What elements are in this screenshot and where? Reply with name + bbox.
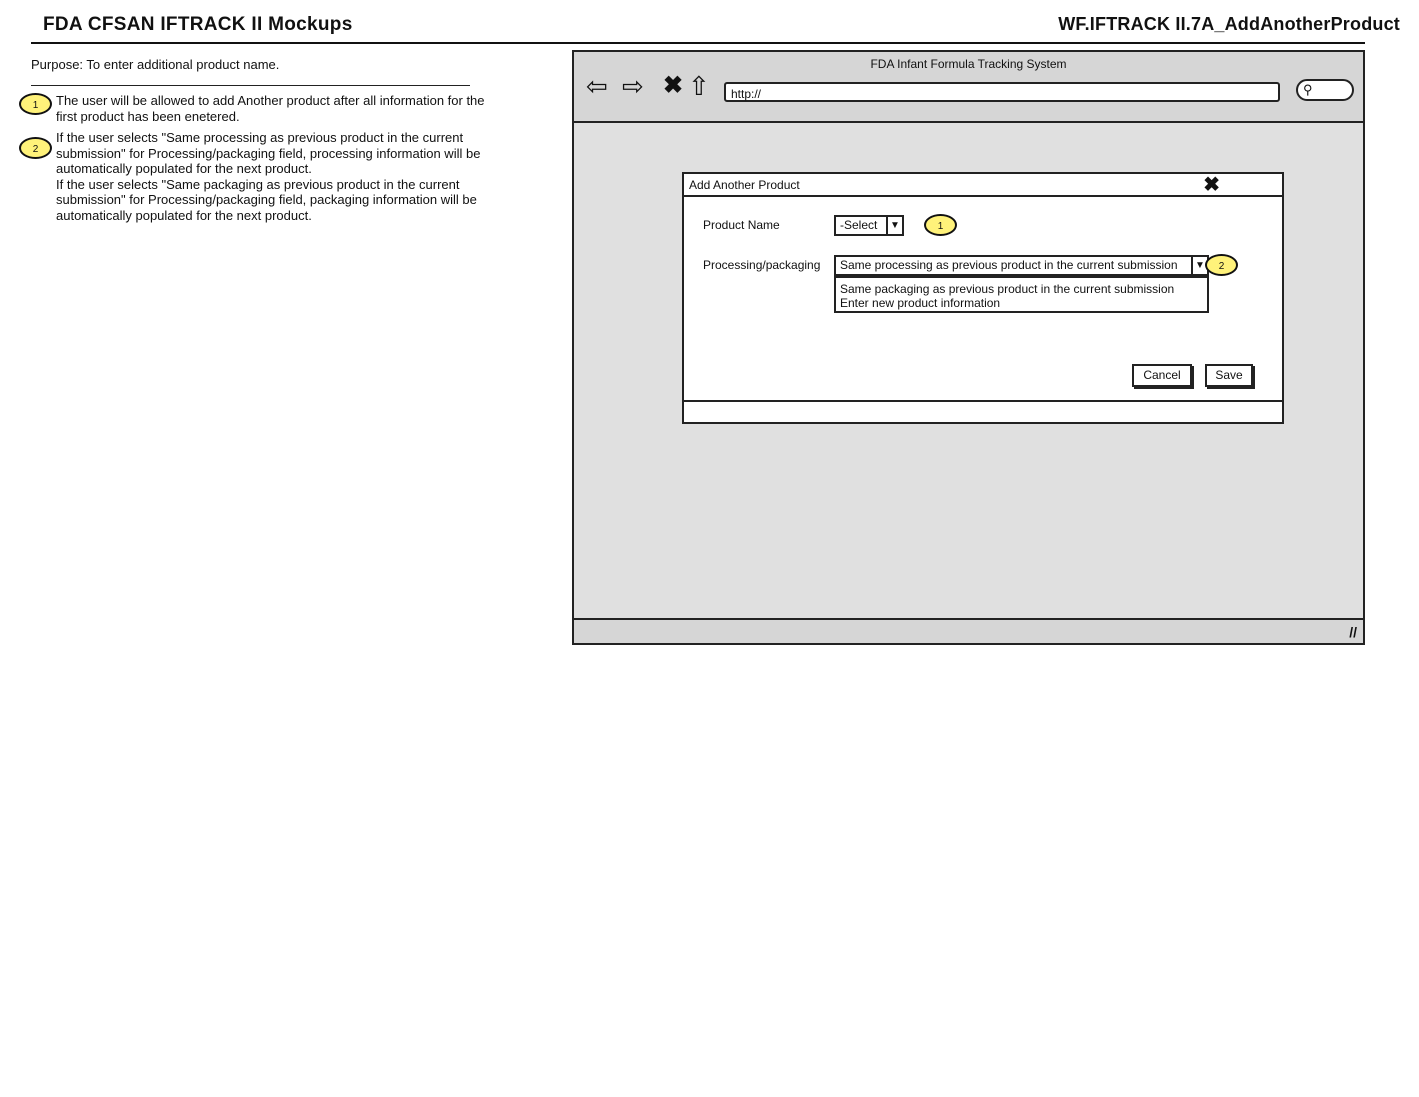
purpose-divider	[31, 85, 470, 86]
browser-toolbar: FDA Infant Formula Tracking System ⇦ ⇨ ✖…	[574, 52, 1363, 123]
browser-search[interactable]: ⚲	[1296, 79, 1354, 101]
resize-grip-icon[interactable]: //	[1349, 624, 1357, 640]
processing-select[interactable]: Same processing as previous product in t…	[834, 255, 1209, 276]
processing-dropdown-list: Same packaging as previous product in th…	[834, 276, 1209, 313]
cancel-button[interactable]: Cancel	[1132, 364, 1192, 387]
processing-value: Same processing as previous product in t…	[840, 258, 1178, 272]
product-name-label: Product Name	[703, 218, 780, 232]
add-another-product-dialog: Add Another Product ✖ Product Name -Sele…	[682, 172, 1284, 424]
close-icon[interactable]: ✖	[1203, 174, 1220, 196]
processing-label: Processing/packaging	[703, 258, 821, 272]
dialog-title: Add Another Product	[689, 178, 800, 192]
callout-2-badge: 2	[19, 137, 52, 159]
note-2-text-b: If the user selects "Same packaging as p…	[56, 176, 477, 223]
chevron-down-icon: ▼	[886, 217, 902, 234]
stop-icon[interactable]: ✖	[663, 72, 683, 100]
browser-title: FDA Infant Formula Tracking System	[870, 57, 1067, 71]
back-icon[interactable]: ⇦	[586, 72, 608, 100]
forward-icon[interactable]: ⇨	[622, 72, 644, 100]
save-button[interactable]: Save	[1205, 364, 1253, 387]
product-name-select[interactable]: -Select ▼	[834, 215, 904, 236]
note-1: The user will be allowed to add Another …	[56, 93, 506, 124]
product-name-value: -Select	[840, 218, 878, 232]
dialog-header: Add Another Product ✖	[684, 174, 1282, 197]
purpose-text: Purpose: To enter additional product nam…	[31, 57, 280, 72]
note-1-text: The user will be allowed to add Another …	[56, 93, 485, 124]
dropdown-option[interactable]: Same packaging as previous product in th…	[840, 282, 1207, 296]
dropdown-option[interactable]: Enter new product information	[840, 296, 1207, 310]
browser-statusbar: //	[574, 618, 1363, 643]
page-title: FDA CFSAN IFTRACK II Mockups	[43, 14, 353, 35]
note-2: If the user selects "Same processing as …	[56, 130, 506, 224]
search-icon: ⚲	[1303, 82, 1313, 97]
header-divider	[31, 42, 1365, 44]
url-bar[interactable]: http://	[724, 82, 1280, 102]
dialog-footer	[684, 400, 1282, 422]
page-id: WF.IFTRACK II.7A_AddAnotherProduct	[1058, 14, 1400, 34]
note-2-text-a: If the user selects "Same processing as …	[56, 130, 481, 177]
callout-2-marker: 2	[1205, 254, 1238, 276]
home-icon[interactable]: ⇧	[688, 72, 710, 100]
callout-1-badge: 1	[19, 93, 52, 115]
browser-window: FDA Infant Formula Tracking System ⇦ ⇨ ✖…	[572, 50, 1365, 645]
callout-1-marker: 1	[924, 214, 957, 236]
